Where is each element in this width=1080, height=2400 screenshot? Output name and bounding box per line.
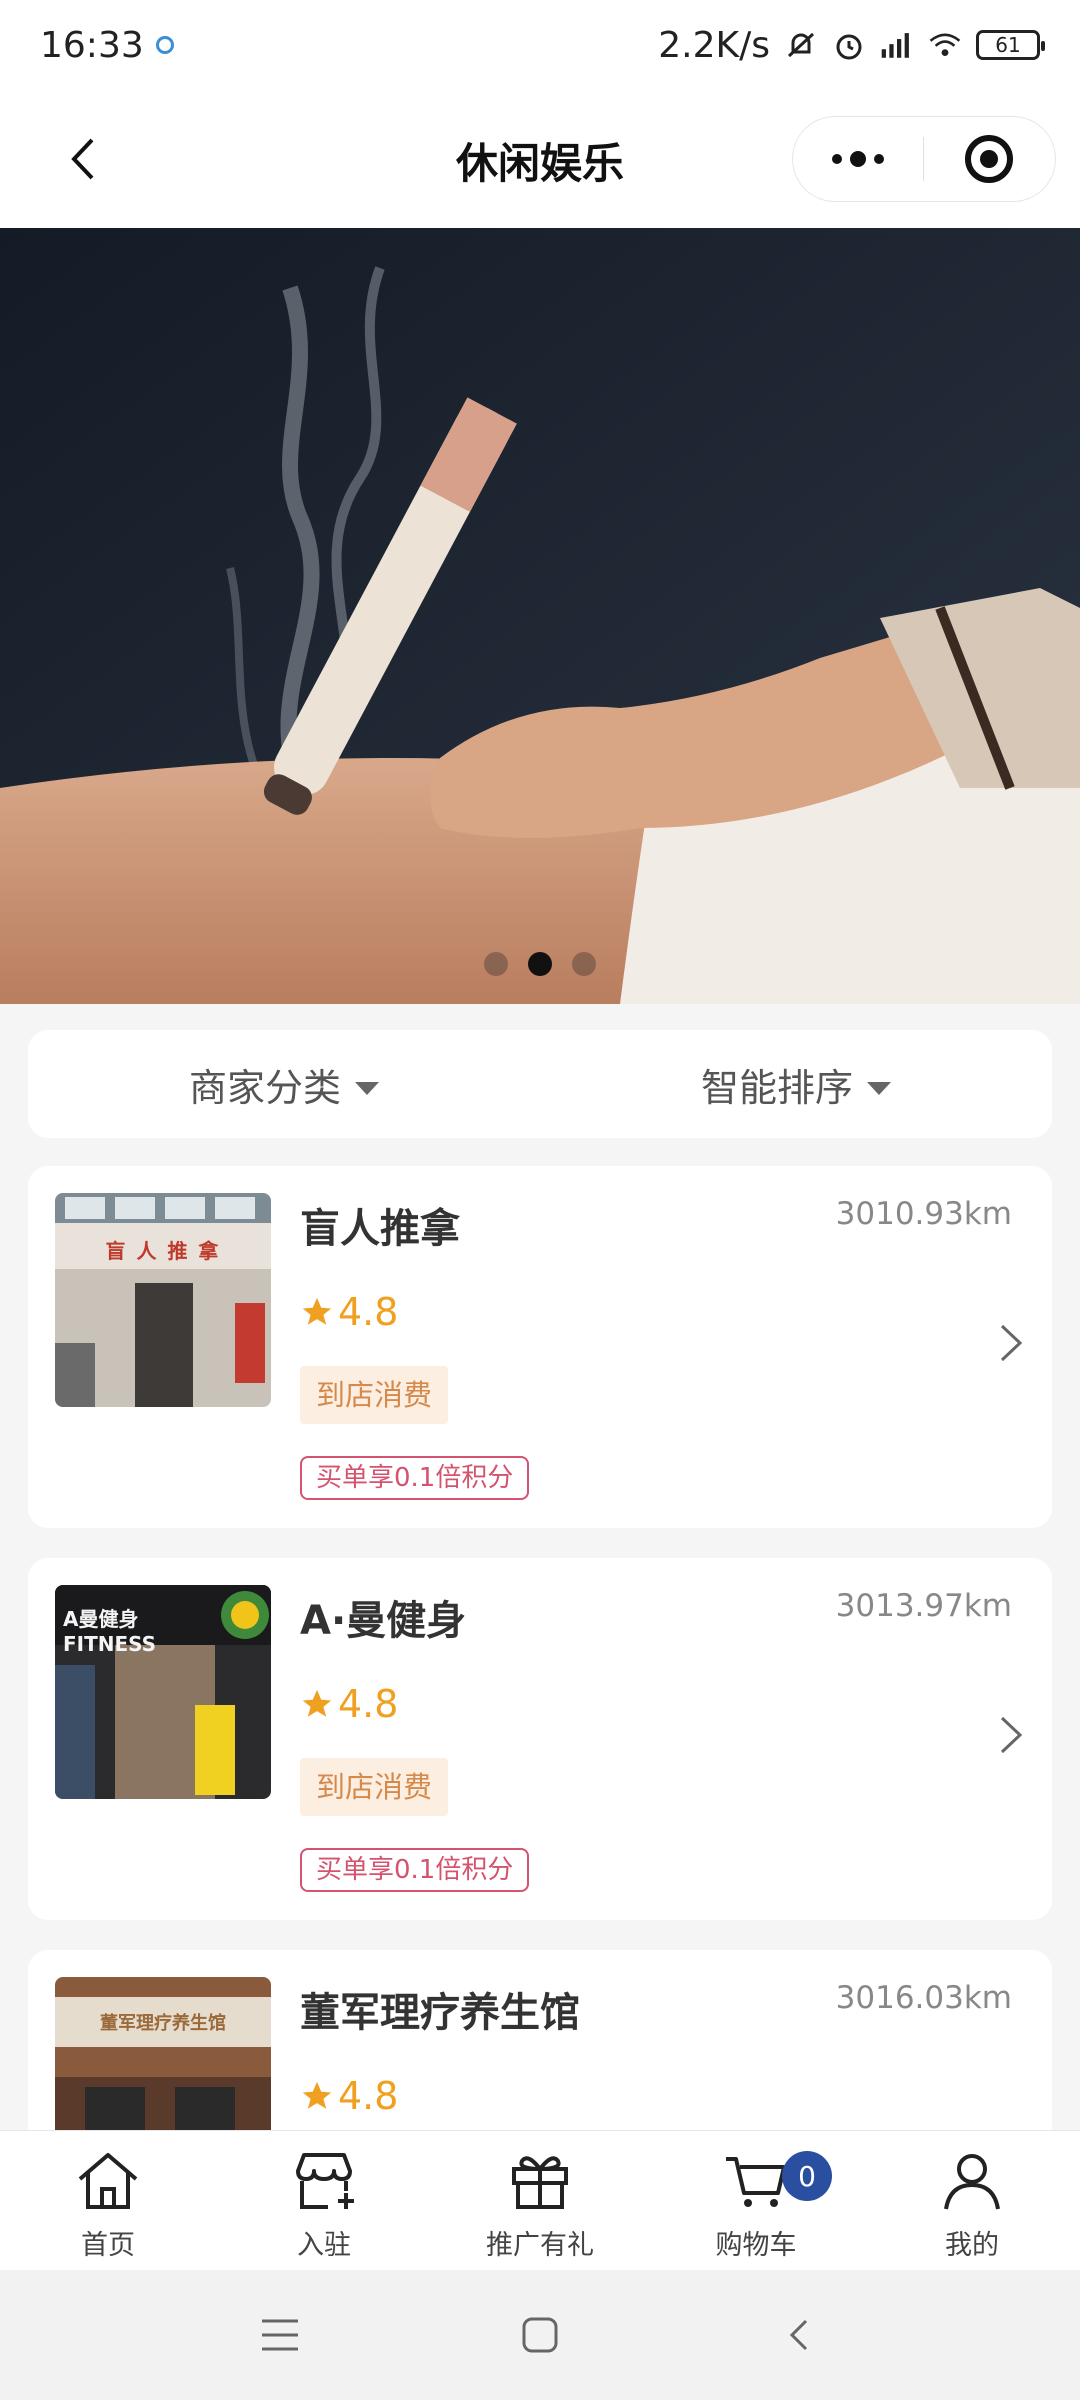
menu-button[interactable] <box>250 2305 310 2365</box>
carousel-dot[interactable] <box>484 952 508 976</box>
bell-muted-icon <box>784 28 818 62</box>
shop-distance: 3010.93km <box>835 1196 1012 1232</box>
caret-down-icon <box>867 1081 891 1095</box>
shop-name: 董军理疗养生馆 <box>300 1990 580 2036</box>
tab-mine[interactable]: 我的 <box>864 2131 1080 2270</box>
tab-join[interactable]: 入驻 <box>216 2131 432 2270</box>
caret-down-icon <box>355 1081 379 1095</box>
in-store-tag: 到店消费 <box>300 1366 449 1424</box>
rating-value: 4.8 <box>338 1290 399 1334</box>
more-dot-icon <box>831 154 842 164</box>
hamburger-icon <box>262 2319 298 2351</box>
close-miniprogram-button[interactable] <box>924 116 1056 202</box>
shop-thumbnail: A曼健身 FITNESS <box>55 1585 271 1799</box>
cloud-sync-icon <box>155 36 174 54</box>
in-store-tag: 到店消费 <box>300 1758 449 1816</box>
wifi-icon <box>928 28 962 62</box>
more-dot-icon <box>849 151 866 167</box>
system-navigation-bar <box>0 2270 1080 2400</box>
shop-sign-text: A曼健身 FITNESS <box>63 1607 157 1656</box>
alarm-icon <box>832 28 866 62</box>
shop-thumbnail: 盲 人 推 拿 <box>55 1193 271 1407</box>
tab-promo-label: 推广有礼 <box>486 2230 594 2261</box>
tab-join-label: 入驻 <box>297 2230 351 2261</box>
shop-card[interactable]: 盲 人 推 拿 盲人推拿 3010.93km 4.8 到店消费 买单享0.1倍积… <box>28 1166 1052 1528</box>
battery-icon: 61 <box>976 30 1045 60</box>
shop-rating: 4.8 <box>300 1682 398 1726</box>
status-time: 16:33 <box>40 24 144 66</box>
battery-level: 61 <box>995 33 1021 57</box>
banner-carousel[interactable] <box>0 228 1080 1004</box>
back-system-button[interactable] <box>770 2305 830 2365</box>
navigation-bar: 休闲娱乐 <box>0 90 1080 228</box>
gift-icon <box>512 2156 568 2209</box>
shop-rating: 4.8 <box>300 2074 398 2118</box>
rating-value: 4.8 <box>338 1682 399 1726</box>
carousel-dot-active[interactable] <box>528 952 552 976</box>
carousel-dot[interactable] <box>572 952 596 976</box>
cart-count-badge: 0 <box>782 2151 832 2201</box>
tab-home-label: 首页 <box>81 2230 135 2261</box>
shop-distance: 3013.97km <box>835 1588 1012 1624</box>
points-promo-tag: 买单享0.1倍积分 <box>300 1848 530 1892</box>
shop-distance: 3016.03km <box>835 1980 1012 2016</box>
tab-mine-label: 我的 <box>945 2230 999 2261</box>
signal-icon <box>880 28 914 62</box>
sort-filter-label: 智能排序 <box>700 1065 853 1110</box>
home-system-button[interactable] <box>510 2305 570 2365</box>
storefront-add-icon <box>296 2153 354 2209</box>
category-filter-label: 商家分类 <box>188 1065 341 1110</box>
tab-cart[interactable]: 购物车 0 <box>648 2131 864 2270</box>
bottom-tab-bar: 首页 入驻 推广有礼 购物车 0 我的 <box>0 2130 1080 2270</box>
star-icon <box>302 1689 332 1717</box>
shop-card[interactable]: A曼健身 FITNESS A·曼健身 3013.97km 4.8 到店消费 买单… <box>28 1558 1052 1920</box>
shop-name: 盲人推拿 <box>300 1206 460 1252</box>
filter-bar: 商家分类 智能排序 <box>28 1030 1052 1138</box>
tab-home[interactable]: 首页 <box>0 2131 216 2270</box>
chevron-right-icon <box>1000 1716 1023 1754</box>
shop-sign-text: 盲 人 推 拿 <box>105 1239 221 1263</box>
tab-cart-label: 购物车 <box>715 2230 797 2261</box>
more-dot-icon <box>873 154 884 164</box>
cart-icon <box>726 2157 786 2207</box>
tab-promo[interactable]: 推广有礼 <box>432 2131 648 2270</box>
miniprogram-capsule <box>792 116 1056 202</box>
status-bar: 16:33 2.2K/s 61 <box>0 0 1080 90</box>
category-filter[interactable]: 商家分类 <box>28 1030 540 1138</box>
chevron-left-icon <box>789 2319 808 2351</box>
target-icon <box>965 135 1014 183</box>
home-icon <box>78 2153 138 2209</box>
sort-filter[interactable]: 智能排序 <box>540 1030 1052 1138</box>
rating-value: 4.8 <box>338 2074 399 2118</box>
shop-name: A·曼健身 <box>300 1598 467 1644</box>
moxibustion-photo <box>0 228 1080 1004</box>
shop-rating: 4.8 <box>300 1290 398 1334</box>
more-button[interactable] <box>793 116 923 202</box>
shop-sign-text: 董军理疗养生馆 <box>100 2013 226 2034</box>
square-icon <box>522 2317 558 2353</box>
points-promo-tag: 买单享0.1倍积分 <box>300 1456 530 1500</box>
chevron-right-icon <box>1000 1324 1023 1362</box>
star-icon <box>302 1297 332 1325</box>
carousel-indicators <box>0 952 1080 976</box>
net-speed: 2.2K/s <box>658 24 770 66</box>
user-icon <box>944 2154 1000 2210</box>
status-right: 2.2K/s 61 <box>658 24 1045 66</box>
star-icon <box>302 2081 332 2109</box>
